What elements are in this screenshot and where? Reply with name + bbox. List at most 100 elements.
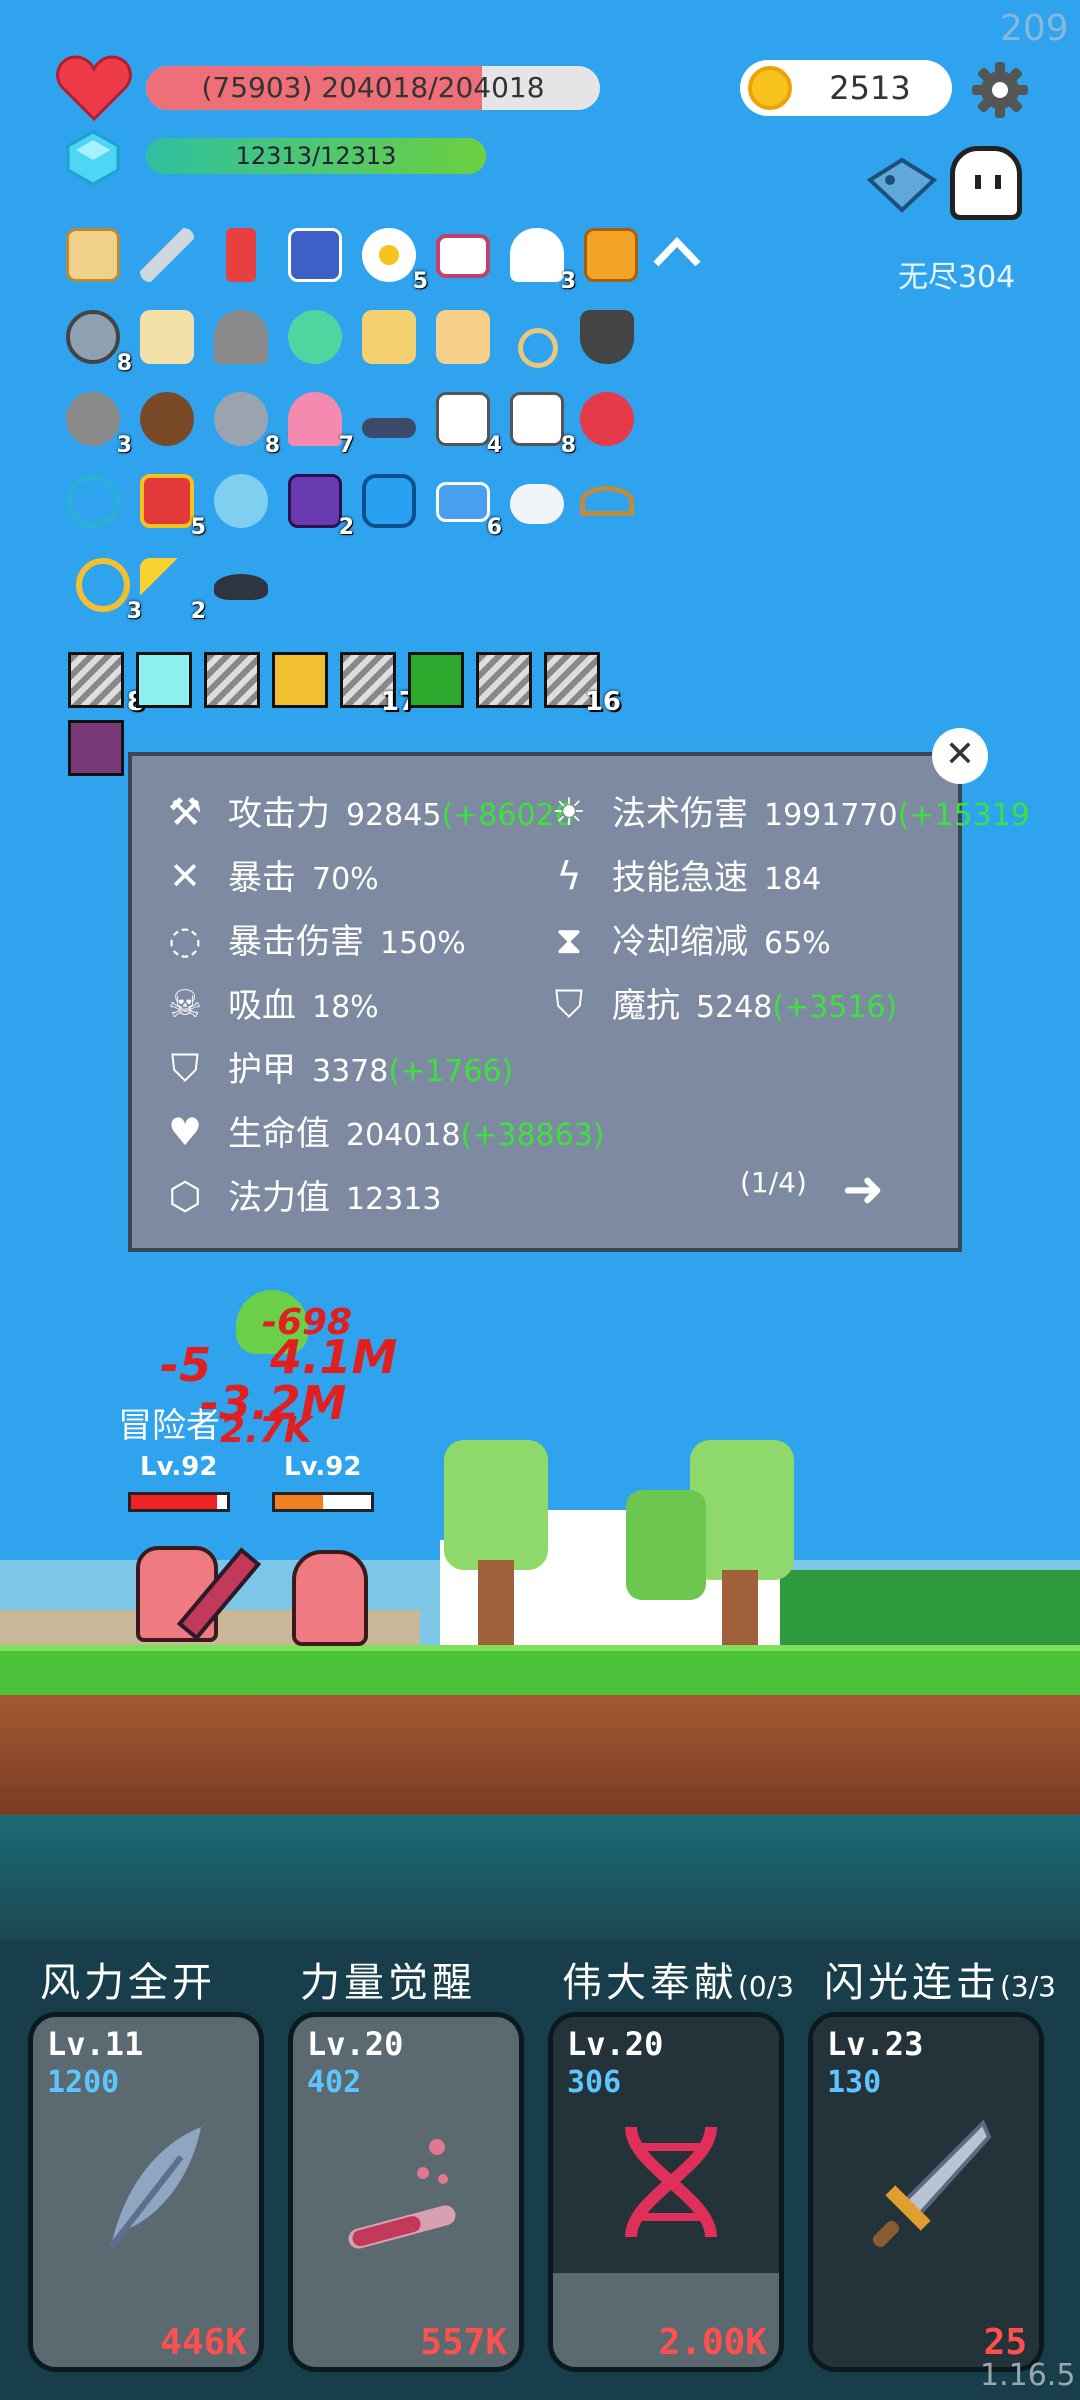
- noose-icon[interactable]: [506, 306, 568, 368]
- heart-shield-icon: ⛉: [554, 982, 584, 1026]
- stat-health: ♥ 生命值 204018(+38863): [160, 1102, 605, 1162]
- star-ticket-icon[interactable]: 6: [432, 470, 502, 540]
- hexagon-gem-icon: ⬡: [168, 1174, 202, 1218]
- double-heart-icon[interactable]: [576, 388, 638, 450]
- treasure-map-icon[interactable]: [136, 306, 198, 368]
- cross-scroll-icon[interactable]: [432, 306, 494, 368]
- stat-spell-damage: ☀ 法术伤害 1991770(+15319: [544, 782, 1030, 842]
- close-button[interactable]: ✕: [932, 728, 988, 784]
- egg-icon[interactable]: 5: [358, 224, 428, 294]
- cauldron-icon[interactable]: [576, 306, 638, 368]
- close-icon: ✕: [944, 734, 976, 775]
- equip-green-rune[interactable]: [408, 652, 464, 708]
- shield-icon: ⛉: [170, 1046, 200, 1090]
- crit-cross-icon: ✕: [169, 854, 201, 898]
- equip-lightbulb[interactable]: [136, 652, 192, 708]
- mace-icon[interactable]: 3: [62, 388, 132, 458]
- equip-blade-4[interactable]: [476, 652, 532, 708]
- equip-blade-5[interactable]: 16: [544, 652, 621, 717]
- damage-number: -698: [262, 1302, 353, 1343]
- compass-icon[interactable]: 8: [62, 306, 132, 376]
- coconut-icon[interactable]: [136, 388, 198, 450]
- gift-box-icon[interactable]: 5: [136, 470, 206, 540]
- health-text: (75903) 204018/204018: [201, 71, 545, 104]
- equip-blade-1[interactable]: 8: [68, 652, 145, 717]
- fish-icon[interactable]: [862, 150, 942, 220]
- skill-level: Lv.20: [567, 2025, 664, 2063]
- skill-mana-cost: 402: [307, 2065, 362, 2100]
- ice-cream-icon[interactable]: 7: [284, 388, 354, 458]
- tree: [444, 1440, 548, 1570]
- hero-hp-bar: [128, 1492, 230, 1512]
- collapse-chevron-up-icon[interactable]: [646, 224, 708, 286]
- water: [0, 1815, 1080, 1945]
- heart-icon: [56, 55, 132, 121]
- skill-mana-cost: 1200: [47, 2065, 120, 2100]
- target-icon[interactable]: [62, 470, 124, 532]
- gold-ring-icon[interactable]: 3: [72, 554, 142, 624]
- fps-counter: 209: [1000, 8, 1069, 49]
- skill-card-4[interactable]: Lv.23 130 25: [808, 2012, 1044, 2372]
- equip-shield[interactable]: [272, 652, 328, 708]
- notebook-icon[interactable]: [358, 306, 420, 368]
- skill-level: Lv.20: [307, 2025, 404, 2063]
- skill-mana-cost: 130: [827, 2065, 882, 2100]
- purple-chest-icon[interactable]: 2: [284, 470, 354, 540]
- blue-gem-icon[interactable]: [358, 470, 420, 532]
- crossbow-icon[interactable]: [576, 470, 638, 532]
- tarot-card-icon[interactable]: [284, 224, 346, 286]
- potion-flask-icon[interactable]: [210, 470, 272, 532]
- skill-upgrade-cost: 25: [983, 2322, 1027, 2363]
- bat-icon[interactable]: [210, 554, 272, 616]
- cloud-icon[interactable]: [506, 470, 568, 532]
- tree: [626, 1490, 706, 1600]
- health-bar: (75903) 204018/204018: [146, 66, 600, 110]
- stat-attack: ⚒ 攻击力 92845(+86026: [160, 782, 574, 842]
- version-label: 1.16.5: [980, 2358, 1076, 2393]
- skill-card-2[interactable]: Lv.20 402 557K: [288, 2012, 524, 2372]
- mana-bar: 12313/12313: [146, 138, 486, 174]
- enemy-hp-bar: [272, 1492, 374, 1512]
- skill-upgrade-cost: 2.00K: [658, 2322, 767, 2363]
- sun-icon: ☀: [551, 790, 587, 834]
- sock-icon[interactable]: [210, 224, 272, 286]
- viking-helmet-icon[interactable]: [210, 306, 272, 368]
- ghost-icon[interactable]: [950, 146, 1022, 220]
- mustache-halo-icon[interactable]: [358, 388, 420, 450]
- equip-blade-3[interactable]: 17: [340, 652, 417, 717]
- coin-amount: 2513: [829, 69, 911, 107]
- meteor-icon[interactable]: 8: [210, 388, 280, 458]
- ghost-item-icon[interactable]: 3: [506, 224, 576, 294]
- sword-item-icon[interactable]: [136, 224, 198, 286]
- stat-lifesteal: ☠ 吸血 18%: [160, 974, 379, 1034]
- book-icon[interactable]: [580, 224, 642, 286]
- skill-level: Lv.11: [47, 2025, 144, 2063]
- dice-icon[interactable]: 4: [432, 388, 502, 458]
- equip-blade-2[interactable]: [204, 652, 260, 708]
- love-letter-icon[interactable]: [432, 224, 494, 286]
- skill-name-2: 力量觉醒: [300, 1960, 476, 2006]
- stats-panel: ⚒ 攻击力 92845(+86026 ✕ 暴击 70% ◌ 暴击伤害 150% ☠ 吸血 18%…: [128, 752, 1030, 1252]
- skill-card-3[interactable]: Lv.20 306 2.00K: [548, 2012, 784, 2372]
- axe-icon: ⚒: [167, 790, 203, 834]
- gear-icon[interactable]: [970, 60, 1030, 120]
- skill-card-1[interactable]: Lv.11 1200 446K: [28, 2012, 264, 2372]
- lightning-icon: ϟ: [556, 854, 582, 898]
- damage-number: 2.7K: [220, 1410, 312, 1451]
- skill-name-3: 伟大奉献(0/3: [562, 1960, 794, 2006]
- pink-enemy: [292, 1550, 368, 1646]
- hourglass-icon: ⧗: [555, 918, 583, 962]
- endless-mode-label: 无尽304: [898, 260, 1016, 295]
- scroll-icon[interactable]: [62, 224, 124, 286]
- magic-wand-icon[interactable]: 2: [136, 554, 206, 624]
- playing-cards-icon[interactable]: 8: [506, 388, 576, 458]
- equip-purple-demon[interactable]: [68, 720, 124, 776]
- stat-crit: ✕ 暴击 70%: [160, 846, 379, 906]
- next-page-arrow-icon[interactable]: ➜: [842, 1164, 884, 1214]
- green-spirit-icon[interactable]: [284, 306, 346, 368]
- tree-trunk: [722, 1570, 758, 1650]
- skill-level: Lv.23: [827, 2025, 924, 2063]
- feather-icon: [108, 2127, 201, 2249]
- stat-cooldown: ⧗ 冷却缩减 65%: [544, 910, 831, 970]
- skill-upgrade-cost: 446K: [160, 2322, 247, 2363]
